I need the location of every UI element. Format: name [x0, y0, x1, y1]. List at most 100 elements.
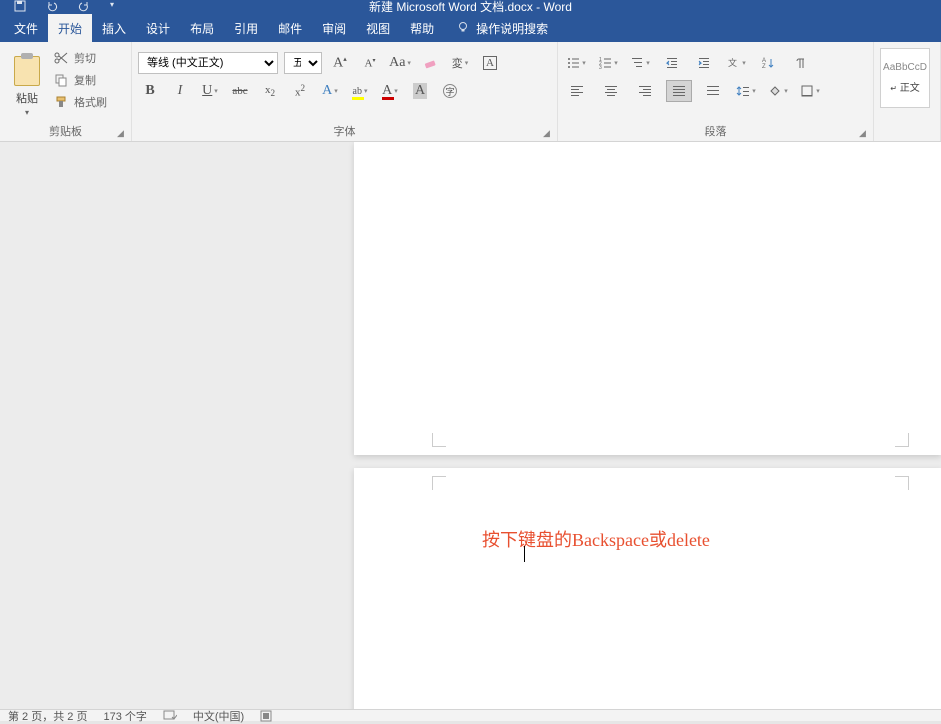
- tab-design[interactable]: 设计: [136, 14, 180, 42]
- tab-mailings[interactable]: 邮件: [268, 14, 312, 42]
- svg-text:Z: Z: [762, 64, 766, 70]
- character-shading-button[interactable]: A: [408, 80, 432, 102]
- character-border-button[interactable]: A: [478, 52, 502, 74]
- tell-me-search[interactable]: 操作说明搜索: [444, 14, 548, 42]
- save-icon[interactable]: [14, 0, 26, 15]
- tab-file[interactable]: 文件: [4, 14, 48, 42]
- outdent-icon: [665, 56, 679, 70]
- decrease-indent-button[interactable]: [660, 52, 684, 74]
- clear-formatting-button[interactable]: [418, 52, 442, 74]
- format-painter-label: 格式刷: [74, 94, 107, 110]
- chevron-down-icon: ▾: [25, 108, 29, 117]
- clipboard-launcher-icon[interactable]: ◢: [117, 128, 127, 138]
- shrink-font-button[interactable]: A▾: [358, 52, 382, 74]
- page-1[interactable]: [354, 142, 941, 455]
- distribute-button[interactable]: [700, 80, 726, 102]
- line-spacing-button[interactable]: [734, 80, 758, 102]
- text-cursor: [524, 546, 526, 562]
- highlight-button[interactable]: ab: [348, 80, 372, 102]
- style-name-label: ↵ 正文: [890, 79, 919, 94]
- paste-button[interactable]: 粘贴 ▾: [6, 46, 48, 123]
- superscript-button[interactable]: x2: [288, 80, 312, 102]
- tab-view[interactable]: 视图: [356, 14, 400, 42]
- paste-label: 粘贴: [16, 90, 38, 106]
- underline-button[interactable]: U: [198, 80, 222, 102]
- tab-layout[interactable]: 布局: [180, 14, 224, 42]
- font-size-select[interactable]: 五号: [284, 52, 322, 74]
- sort-button[interactable]: AZ: [756, 52, 780, 74]
- enclose-characters-button[interactable]: 字: [438, 80, 462, 102]
- paragraph-launcher-icon[interactable]: ◢: [859, 128, 869, 138]
- borders-button[interactable]: [798, 80, 822, 102]
- multilevel-list-button[interactable]: [628, 52, 652, 74]
- redo-icon[interactable]: [78, 0, 90, 15]
- borders-icon: [800, 84, 814, 98]
- strikethrough-button[interactable]: abc: [228, 80, 252, 102]
- line-spacing-icon: [736, 84, 750, 98]
- macro-indicator-icon[interactable]: [260, 710, 272, 722]
- align-right-button[interactable]: [632, 80, 658, 102]
- clipboard-group-label: 剪贴板: [0, 123, 131, 139]
- menu-tabs: 文件 开始 插入 设计 布局 引用 邮件 审阅 视图 帮助 操作说明搜索: [0, 14, 941, 42]
- bullets-icon: [566, 56, 580, 70]
- page-info[interactable]: 第 2 页，共 2 页: [8, 708, 87, 724]
- quick-access-toolbar: ▾: [0, 0, 114, 15]
- shading-button[interactable]: [766, 80, 790, 102]
- font-launcher-icon[interactable]: ◢: [543, 128, 553, 138]
- asian-layout-button[interactable]: 文: [724, 52, 748, 74]
- align-right-icon: [638, 85, 652, 97]
- eraser-icon: [423, 56, 437, 70]
- style-preview-text: AaBbCcD: [883, 62, 927, 73]
- clipboard-group: 粘贴 ▾ 剪切 复制 格式刷 剪贴板 ◢: [0, 42, 132, 141]
- font-color-button[interactable]: A: [378, 80, 402, 102]
- tab-review[interactable]: 审阅: [312, 14, 356, 42]
- statusbar: 第 2 页，共 2 页 173 个字 中文(中国): [0, 709, 941, 721]
- undo-icon[interactable]: [46, 0, 58, 15]
- cut-button[interactable]: 剪切: [54, 50, 107, 66]
- increase-indent-button[interactable]: [692, 52, 716, 74]
- tab-insert[interactable]: 插入: [92, 14, 136, 42]
- language-indicator[interactable]: 中文(中国): [193, 708, 244, 724]
- sort-icon: AZ: [761, 56, 775, 70]
- tab-home[interactable]: 开始: [48, 14, 92, 42]
- style-normal[interactable]: AaBbCcD ↵ 正文: [880, 48, 930, 108]
- align-left-button[interactable]: [564, 80, 590, 102]
- numbering-button[interactable]: 123: [596, 52, 620, 74]
- phonetic-guide-button[interactable]: 変: [448, 52, 472, 74]
- titlebar: ▾ 新建 Microsoft Word 文档.docx - Word: [0, 0, 941, 14]
- lightbulb-icon: [456, 21, 470, 35]
- subscript-button[interactable]: x2: [258, 80, 282, 102]
- svg-text:3: 3: [599, 65, 602, 70]
- format-painter-button[interactable]: 格式刷: [54, 94, 107, 110]
- spellcheck-icon[interactable]: [163, 710, 177, 722]
- align-center-icon: [604, 85, 618, 97]
- annotation-text: 按下键盘的Backspace或delete: [482, 526, 710, 552]
- align-center-button[interactable]: [598, 80, 624, 102]
- change-case-button[interactable]: Aa: [388, 52, 412, 74]
- page-margin-corner: [432, 476, 446, 490]
- italic-button[interactable]: I: [168, 80, 192, 102]
- bullets-button[interactable]: [564, 52, 588, 74]
- document-area[interactable]: 按下键盘的Backspace或delete: [0, 142, 941, 709]
- pilcrow-icon: [793, 56, 807, 70]
- bold-button[interactable]: B: [138, 80, 162, 102]
- page-margin-corner: [895, 433, 909, 447]
- tab-help[interactable]: 帮助: [400, 14, 444, 42]
- page-2[interactable]: 按下键盘的Backspace或delete: [354, 468, 941, 709]
- show-marks-button[interactable]: [788, 52, 812, 74]
- font-name-select[interactable]: 等线 (中文正文): [138, 52, 278, 74]
- tab-references[interactable]: 引用: [224, 14, 268, 42]
- scissors-icon: [54, 51, 68, 65]
- page-margin-corner: [432, 433, 446, 447]
- text-effects-button[interactable]: A: [318, 80, 342, 102]
- font-group: 等线 (中文正文) 五号 A▴ A▾ Aa 変 A B I U abc x2 x…: [132, 42, 558, 141]
- align-justify-button[interactable]: [666, 80, 692, 102]
- copy-button[interactable]: 复制: [54, 72, 107, 88]
- qat-customize-icon[interactable]: ▾: [110, 0, 114, 15]
- grow-font-button[interactable]: A▴: [328, 52, 352, 74]
- numbering-icon: 123: [598, 56, 612, 70]
- asian-layout-icon: 文: [726, 56, 740, 70]
- document-title: 新建 Microsoft Word 文档.docx - Word: [369, 0, 572, 15]
- paintbrush-icon: [54, 95, 68, 109]
- word-count[interactable]: 173 个字: [103, 708, 146, 724]
